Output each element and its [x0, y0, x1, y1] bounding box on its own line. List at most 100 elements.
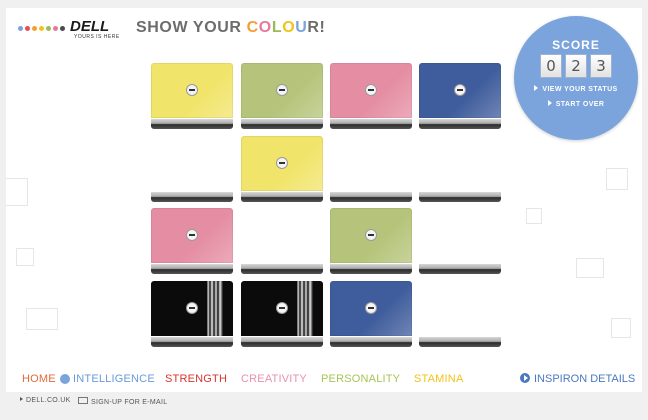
- dell-badge-icon: [365, 229, 377, 241]
- laptop-base: [151, 337, 233, 347]
- nav-creativity[interactable]: CREATIVITY: [241, 373, 307, 385]
- nav-home[interactable]: HOME: [22, 373, 56, 385]
- page-frame: DELL YOURS IS HERE SHOW YOUR COLOUR! SCO…: [0, 0, 648, 420]
- decor-square: [606, 168, 628, 190]
- nav-label: INTELLIGENCE: [73, 373, 155, 385]
- inspiron-details-label: INSPIRON DETAILS: [534, 373, 636, 385]
- laptop-yellow[interactable]: [151, 63, 233, 131]
- laptop-ebony[interactable]: [151, 281, 233, 349]
- laptop-pink[interactable]: [330, 63, 412, 131]
- logo-dot: [53, 26, 58, 31]
- dell-site-link[interactable]: DELL.CO.UK: [20, 397, 71, 404]
- dell-logo[interactable]: DELL YOURS IS HERE: [18, 18, 128, 42]
- laptop-lid: [241, 281, 323, 336]
- score-counter: 0 2 3: [540, 54, 612, 78]
- score-panel: SCORE 0 2 3 VIEW YOUR STATUS START OVER: [514, 16, 638, 140]
- laptop-base: [330, 119, 412, 129]
- dell-badge-icon: [276, 84, 288, 96]
- decor-square: [611, 318, 631, 338]
- laptop-base: [330, 264, 412, 274]
- nav-stamina[interactable]: STAMINA: [414, 373, 463, 385]
- laptop-base: [151, 119, 233, 129]
- laptop-pink[interactable]: [151, 208, 233, 276]
- email-signup-label: SIGN-UP FOR E-MAIL: [91, 399, 168, 406]
- view-status-link[interactable]: VIEW YOUR STATUS: [514, 85, 638, 93]
- laptop-base: [241, 119, 323, 129]
- start-over-link[interactable]: START OVER: [514, 100, 638, 108]
- decor-square: [26, 308, 58, 330]
- start-over-label: START OVER: [555, 101, 605, 108]
- brand-wordmark: DELL: [70, 18, 110, 35]
- play-arrow-icon: [547, 100, 552, 106]
- laptop-green[interactable]: [330, 208, 412, 276]
- laptop-slot-empty[interactable]: [151, 136, 233, 204]
- decor-square: [16, 248, 34, 266]
- headline-segment: R: [307, 19, 320, 36]
- laptop-slot-empty[interactable]: [419, 208, 501, 276]
- play-arrow-icon: [534, 85, 539, 91]
- laptop-slot-empty[interactable]: [419, 136, 501, 204]
- headline-segment: SHOW YOUR: [136, 19, 247, 36]
- dell-badge-icon: [186, 302, 198, 314]
- laptop-base: [241, 192, 323, 202]
- dell-badge-icon: [365, 84, 377, 96]
- dell-site-label: DELL.CO.UK: [26, 397, 71, 404]
- laptop-green[interactable]: [241, 63, 323, 131]
- nav-label: HOME: [22, 373, 56, 385]
- laptop-lid: [241, 63, 323, 118]
- logo-dots: [18, 26, 65, 31]
- dell-badge-icon: [276, 302, 288, 314]
- headline-segment: L: [271, 19, 283, 36]
- laptop-lid: [330, 281, 412, 336]
- logo-dot: [32, 26, 37, 31]
- play-circle-icon: [520, 373, 530, 383]
- laptop-base: [330, 337, 412, 347]
- selected-dot-icon: [60, 374, 70, 384]
- arrow-icon: [20, 397, 23, 401]
- laptop-lid: [330, 208, 412, 263]
- inspiron-details-link[interactable]: INSPIRON DETAILS: [520, 373, 635, 385]
- dell-badge-icon: [186, 229, 198, 241]
- nav-label: PERSONALITY: [321, 373, 401, 385]
- score-digit: 0: [540, 54, 562, 78]
- laptop-yellow[interactable]: [241, 136, 323, 204]
- logo-dot: [46, 26, 51, 31]
- brand-tagline: YOURS IS HERE: [74, 34, 120, 40]
- score-label: SCORE: [552, 38, 600, 52]
- laptop-base: [419, 192, 501, 202]
- nav-label: STRENGTH: [165, 373, 228, 385]
- headline-segment: O: [282, 19, 296, 36]
- logo-dot: [18, 26, 23, 31]
- laptop-base: [241, 337, 323, 347]
- laptop-blue[interactable]: [330, 281, 412, 349]
- page-headline: SHOW YOUR COLOUR!: [136, 19, 325, 37]
- headline-segment: O: [258, 19, 272, 36]
- laptop-base: [241, 264, 323, 274]
- laptop-blue[interactable]: [419, 63, 501, 131]
- score-digit: 3: [590, 54, 612, 78]
- laptop-lid: [151, 281, 233, 336]
- laptop-slot-empty[interactable]: [330, 136, 412, 204]
- laptop-base: [419, 119, 501, 129]
- headline-segment: C: [246, 19, 259, 36]
- nav-strength[interactable]: STRENGTH: [165, 373, 227, 385]
- nav-intelligence[interactable]: INTELLIGENCE: [60, 373, 155, 385]
- logo-dot: [39, 26, 44, 31]
- nav-label: CREATIVITY: [241, 373, 307, 385]
- headline-segment: !: [319, 19, 326, 36]
- dell-badge-icon: [186, 84, 198, 96]
- laptop-slot-empty[interactable]: [419, 281, 501, 349]
- laptop-lid: [419, 63, 501, 118]
- laptop-ebony[interactable]: [241, 281, 323, 349]
- laptop-lid: [330, 63, 412, 118]
- dell-badge-icon: [276, 157, 288, 169]
- laptop-lid: [151, 63, 233, 118]
- envelope-icon: [78, 397, 88, 404]
- logo-dot: [60, 26, 65, 31]
- laptop-slot-empty[interactable]: [241, 208, 323, 276]
- email-signup-link[interactable]: SIGN-UP FOR E-MAIL: [78, 397, 167, 406]
- laptop-lid: [151, 208, 233, 263]
- view-status-label: VIEW YOUR STATUS: [542, 86, 618, 93]
- nav-personality[interactable]: PERSONALITY: [321, 373, 400, 385]
- laptop-lid: [241, 136, 323, 191]
